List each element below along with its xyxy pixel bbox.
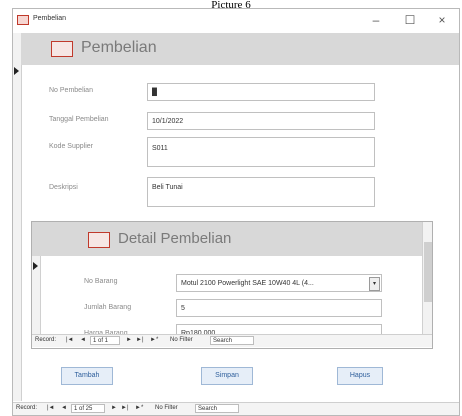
no-barang-combobox[interactable]: Motul 2100 Powerlight SAE 10W40 4L (4...… bbox=[176, 274, 382, 292]
subform-filter-indicator[interactable]: No Filter bbox=[170, 336, 193, 345]
jumlah-barang-field[interactable]: 5 bbox=[176, 299, 382, 317]
jumlah-barang-label: Jumlah Barang bbox=[84, 304, 132, 311]
form-title: Pembelian bbox=[81, 39, 157, 56]
tanggal-pembelian-label: Tanggal Pembelian bbox=[49, 116, 109, 123]
search-box[interactable]: Search bbox=[195, 404, 239, 413]
subform-new-record-button[interactable]: ►* bbox=[150, 336, 158, 345]
last-record-button[interactable]: ►| bbox=[121, 404, 129, 413]
kode-supplier-label: Kode Supplier bbox=[49, 143, 93, 150]
form-header: Pembelian bbox=[21, 33, 459, 65]
subform-next-record-button[interactable]: ► bbox=[126, 336, 132, 345]
subform-search-box[interactable]: Search bbox=[210, 336, 254, 345]
kode-supplier-field[interactable]: S011 bbox=[147, 137, 375, 167]
no-pembelian-label: No Pembelian bbox=[49, 87, 93, 94]
subform-record-selector[interactable] bbox=[32, 256, 41, 334]
chevron-down-icon[interactable]: ▾ bbox=[369, 277, 380, 291]
no-barang-label: No Barang bbox=[84, 278, 118, 285]
no-pembelian-field[interactable]: █ bbox=[147, 83, 375, 101]
form-header-icon bbox=[51, 41, 73, 57]
subform-current-record-arrow-icon bbox=[33, 262, 38, 270]
current-record-box[interactable]: 1 of 25 bbox=[71, 404, 105, 413]
maximize-button[interactable]: ☐ bbox=[393, 10, 427, 30]
subform-last-record-button[interactable]: ►| bbox=[136, 336, 144, 345]
form-icon bbox=[17, 15, 29, 25]
subform-record-label: Record: bbox=[35, 337, 57, 343]
simpan-button[interactable]: Simpan bbox=[201, 367, 253, 385]
subform-navigation-bar: Record: |◄ ◄ 1 of 1 ► ►| ►* No Filter Se… bbox=[32, 334, 432, 347]
hapus-button[interactable]: Hapus bbox=[337, 367, 383, 385]
minimize-button[interactable]: – bbox=[359, 10, 393, 30]
title-bar: Pembelian – ☐ × bbox=[13, 9, 459, 31]
tambah-button[interactable]: Tambah bbox=[61, 367, 113, 385]
subform-title: Detail Pembelian bbox=[118, 230, 232, 247]
detail-pembelian-subform: Detail Pembelian No Barang Motul 2100 Po… bbox=[31, 221, 433, 349]
tanggal-pembelian-field[interactable]: 10/1/2022 bbox=[147, 112, 375, 130]
main-navigation-bar: Record: |◄ ◄ 1 of 25 ► ►| ►* No Filter S… bbox=[13, 402, 459, 415]
record-label: Record: bbox=[16, 405, 38, 411]
no-barang-value: Motul 2100 Powerlight SAE 10W40 4L (4... bbox=[181, 280, 314, 287]
next-record-button[interactable]: ► bbox=[111, 404, 117, 413]
close-button[interactable]: × bbox=[425, 10, 459, 30]
new-record-button[interactable]: ►* bbox=[135, 404, 143, 413]
form-window: Pembelian – ☐ × Pembelian No Pembelian █… bbox=[12, 8, 460, 416]
current-record-arrow-icon bbox=[14, 67, 19, 75]
subform-first-record-button[interactable]: |◄ bbox=[66, 336, 74, 345]
subform-header-icon bbox=[88, 232, 110, 248]
filter-indicator[interactable]: No Filter bbox=[155, 404, 178, 413]
first-record-button[interactable]: |◄ bbox=[47, 404, 55, 413]
subform-previous-record-button[interactable]: ◄ bbox=[80, 336, 86, 345]
deskripsi-label: Deskripsi bbox=[49, 184, 78, 191]
record-selector[interactable] bbox=[13, 33, 22, 401]
deskripsi-field[interactable]: Beli Tunai bbox=[147, 177, 375, 207]
window-title: Pembelian bbox=[33, 15, 67, 22]
subform-vertical-scrollbar[interactable] bbox=[422, 222, 432, 334]
previous-record-button[interactable]: ◄ bbox=[61, 404, 67, 413]
subform-current-record-box[interactable]: 1 of 1 bbox=[90, 336, 120, 345]
subform-header: Detail Pembelian bbox=[32, 222, 424, 256]
scrollbar-thumb[interactable] bbox=[424, 242, 432, 302]
